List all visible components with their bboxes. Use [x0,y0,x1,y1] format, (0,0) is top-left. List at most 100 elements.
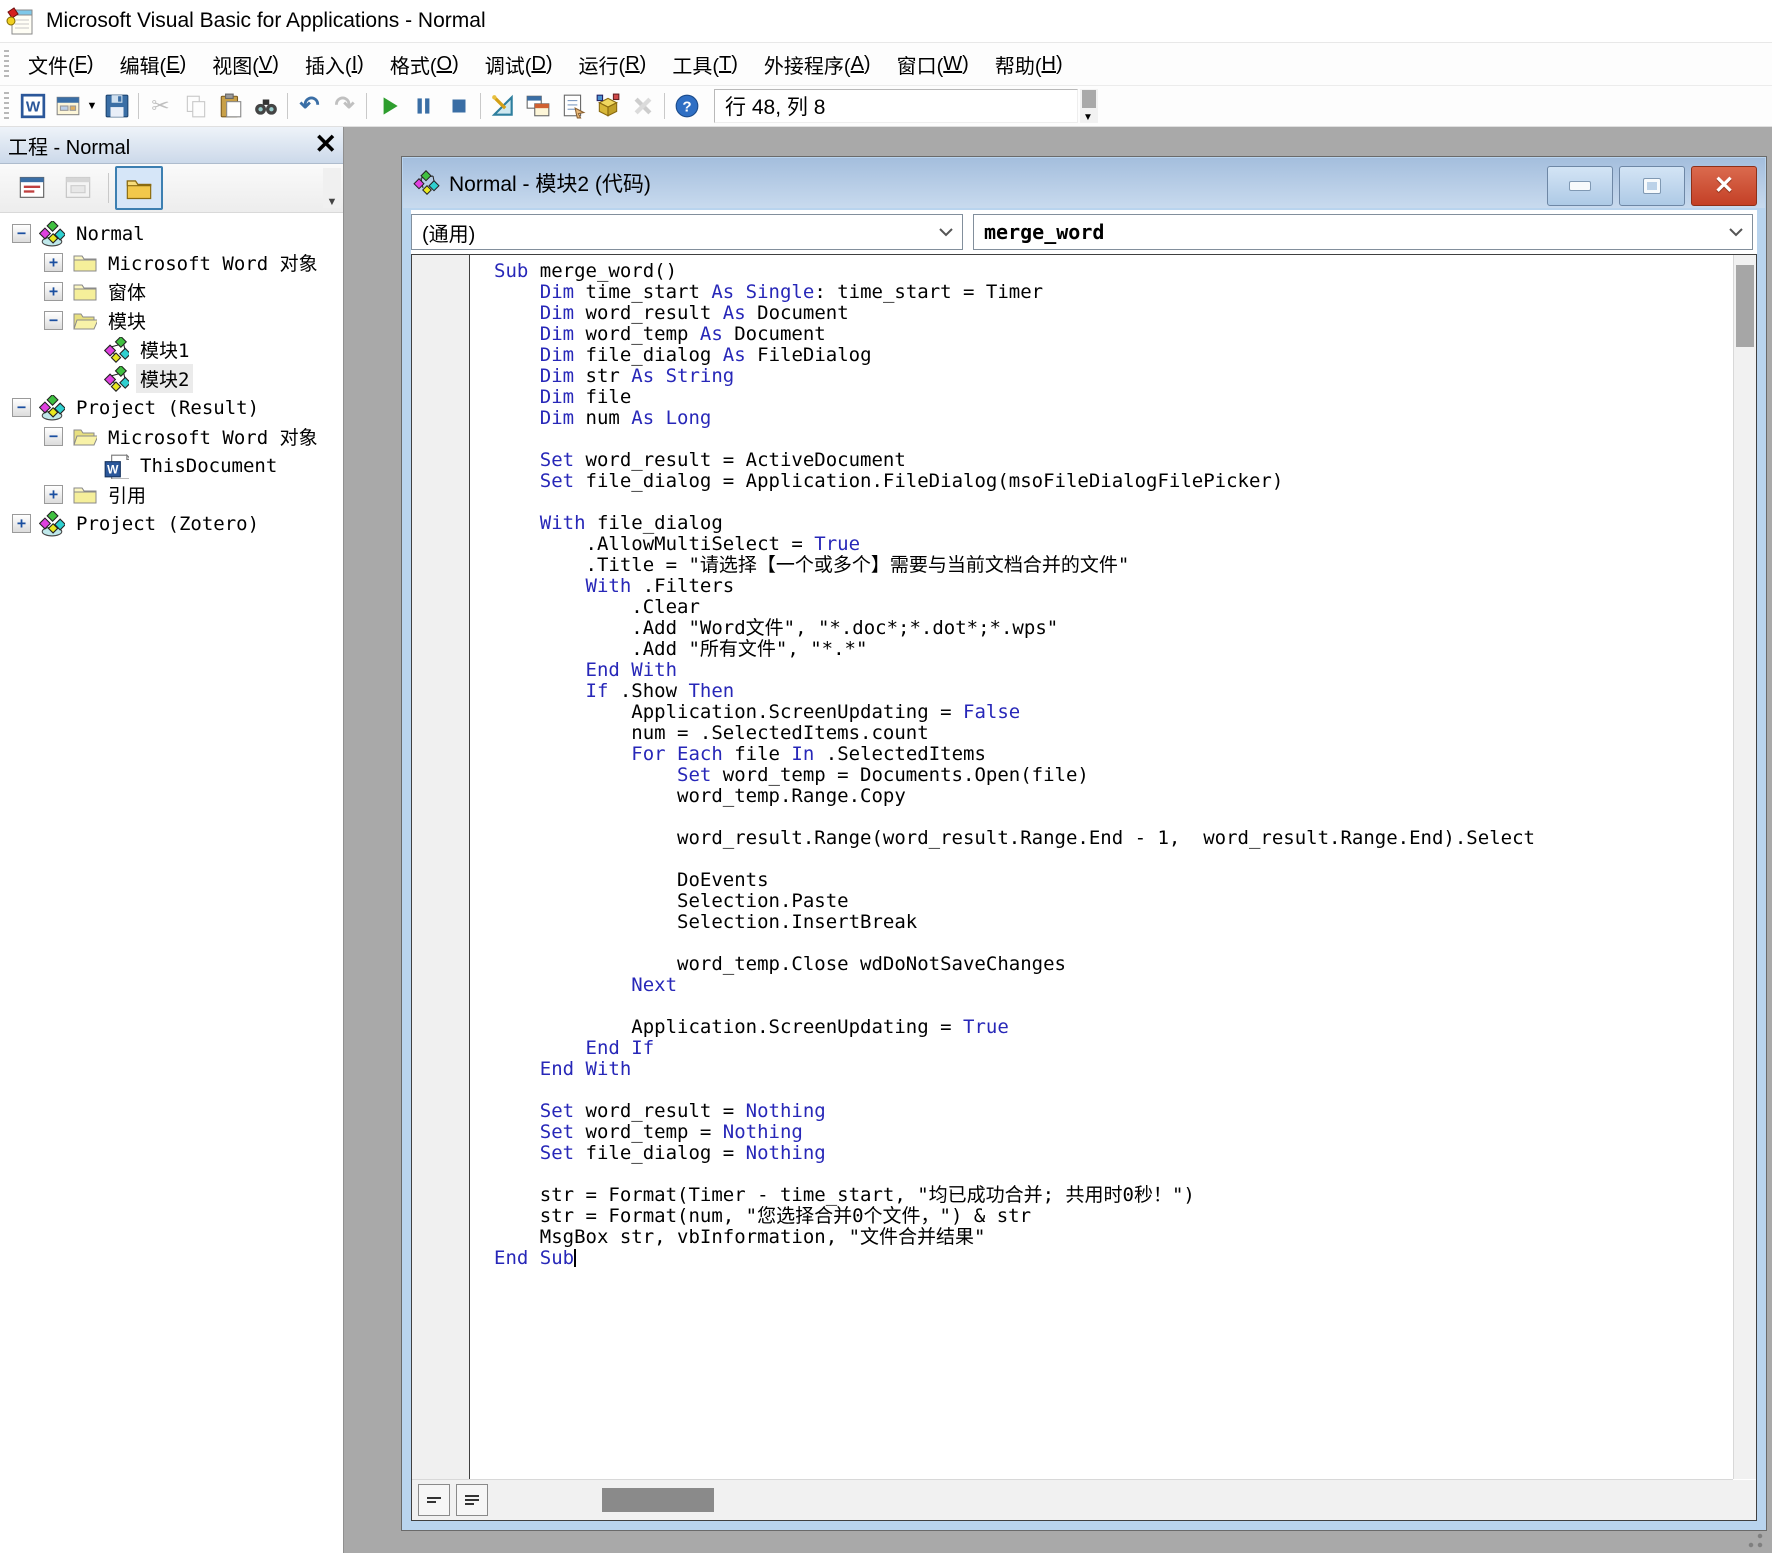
code-window: Normal - 模块2 (代码) ✕ (通用) merge_word Sub … [401,156,1767,1531]
procedure-view-button[interactable] [418,1484,450,1516]
menu-item-f[interactable]: 文件(F) [15,43,107,85]
code-window-titlebar[interactable]: Normal - 模块2 (代码) ✕ [403,158,1765,208]
menu-item-v[interactable]: 视图(V) [199,43,292,85]
insert-userform-icon[interactable] [50,90,85,122]
expand-icon[interactable]: + [44,485,63,504]
expand-icon[interactable]: + [12,514,31,533]
procedure-dropdown[interactable]: merge_word [973,214,1753,250]
full-module-view-button[interactable] [456,1484,488,1516]
menu-item-r[interactable]: 运行(R) [566,43,660,85]
tree-item[interactable]: − Project (Result) [0,393,343,422]
restore-button[interactable] [1619,166,1685,206]
code-window-combo-row: (通用) merge_word [411,210,1757,254]
vertical-scrollbar-thumb[interactable] [1736,265,1754,347]
toggle-folders-icon[interactable] [115,166,163,210]
minimize-button[interactable] [1547,166,1613,206]
undo-icon[interactable]: ↶ [292,90,327,122]
code-line: Next [494,974,678,996]
module-icon [103,365,129,392]
paste-icon[interactable] [213,90,248,122]
code-line: Dim str As String [494,365,735,387]
toolbox-icon [625,90,660,122]
object-dropdown[interactable]: (通用) [411,214,963,250]
menu-item-t[interactable]: 工具(T) [659,43,751,85]
design-mode-icon[interactable] [485,90,520,122]
code-line: num = .SelectedItems.count [494,722,929,744]
toolbar-drag-handle[interactable] [4,92,9,120]
tree-item[interactable]: 模块1 [0,335,343,364]
caret-position-status: 行 48, 列 8 [714,89,1078,123]
view-code-icon[interactable] [10,168,54,208]
menu-item-d[interactable]: 调试(D) [472,43,566,85]
code-line: End With [494,1058,632,1080]
collapse-icon[interactable]: − [12,398,31,417]
run-icon[interactable] [371,90,406,122]
view-word-icon[interactable]: W [15,90,50,122]
close-button[interactable]: ✕ [1691,166,1757,206]
tree-item[interactable]: − 模块 [0,306,343,335]
tree-item[interactable]: + Microsoft Word 对象 [0,248,343,277]
code-line: End With [494,659,678,681]
panel-scroll-down-icon[interactable]: ▼ [323,168,341,208]
project-explorer-close-icon[interactable]: ✕ [314,127,337,161]
help-icon[interactable]: ? [669,90,704,122]
tree-item[interactable]: + Project (Zotero) [0,509,343,538]
menu-item-a[interactable]: 外接程序(A) [751,43,884,85]
toolbar-overflow-scrollbar[interactable]: ▼ [1080,89,1098,123]
project-explorer-icon[interactable] [520,90,555,122]
menu-item-h[interactable]: 帮助(H) [982,43,1076,85]
tree-item-label: Normal [76,222,145,245]
resize-grip[interactable] [1738,1527,1764,1549]
code-line: Dim word_temp As Document [494,323,826,345]
menu-item-w[interactable]: 窗口(W) [884,43,982,85]
object-browser-icon[interactable] [590,90,625,122]
code-line: Selection.Paste [494,890,849,912]
menu-item-i[interactable]: 插入(I) [292,43,377,85]
collapse-icon[interactable]: − [44,311,63,330]
code-window-title: Normal - 模块2 (代码) [449,173,651,196]
module-icon [103,336,129,363]
menu-item-e[interactable]: 编辑(E) [107,43,200,85]
toolbar-overflow-thumb[interactable] [1082,90,1096,108]
menubar-drag-handle[interactable] [4,50,9,78]
tree-item-label: Microsoft Word 对象 [108,427,318,449]
horizontal-scrollbar-thumb[interactable] [602,1488,714,1512]
folder-icon [71,251,97,275]
tree-item-label: 模块1 [140,340,190,362]
horizontal-scrollbar[interactable] [412,1479,1733,1520]
properties-window-icon[interactable] [555,90,590,122]
find-icon[interactable] [248,90,283,122]
expand-icon[interactable]: + [44,282,63,301]
tree-item[interactable]: W ThisDocument [0,451,343,480]
code-editor[interactable]: Sub merge_word() Dim time_start As Singl… [470,255,1733,1479]
collapse-icon[interactable]: − [44,427,63,446]
menu-item-o[interactable]: 格式(O) [377,43,472,85]
view-object-icon[interactable] [56,168,100,208]
code-line: For Each file In .SelectedItems [494,743,986,765]
save-icon[interactable] [99,90,134,122]
break-icon[interactable] [406,90,441,122]
dropdown-arrow-icon[interactable]: ▼ [85,90,99,122]
tree-item[interactable]: + 引用 [0,480,343,509]
tree-item[interactable]: 模块2 [0,364,343,393]
close-icon: ✕ [1713,172,1735,199]
project-tree: − Normal + Microsoft Word 对象 + 窗体 − 模块 模块1 模块2− Pr… [0,213,343,1553]
vertical-scrollbar[interactable] [1733,255,1756,1479]
code-line: Dim word_result As Document [494,302,849,324]
tree-item[interactable]: − Normal [0,219,343,248]
toolbar-overflow-down-icon[interactable]: ▼ [1083,112,1093,123]
expand-icon[interactable]: + [44,253,63,272]
standard-toolbar: W ▼ ✂ ↶ ↷? 行 48, 列 8 ▼ [0,86,1772,127]
restore-icon [1643,178,1661,194]
code-line: word_temp.Close wdDoNotSaveChanges [494,953,1066,975]
tree-item[interactable]: − Microsoft Word 对象 [0,422,343,451]
collapse-icon[interactable]: − [12,224,31,243]
tree-item-label: 模块2 [136,364,194,393]
tree-item[interactable]: + 窗体 [0,277,343,306]
reset-icon[interactable] [441,90,476,122]
margin-indicator-bar[interactable] [412,255,470,1479]
code-line: Set word_temp = Nothing [494,1121,803,1143]
